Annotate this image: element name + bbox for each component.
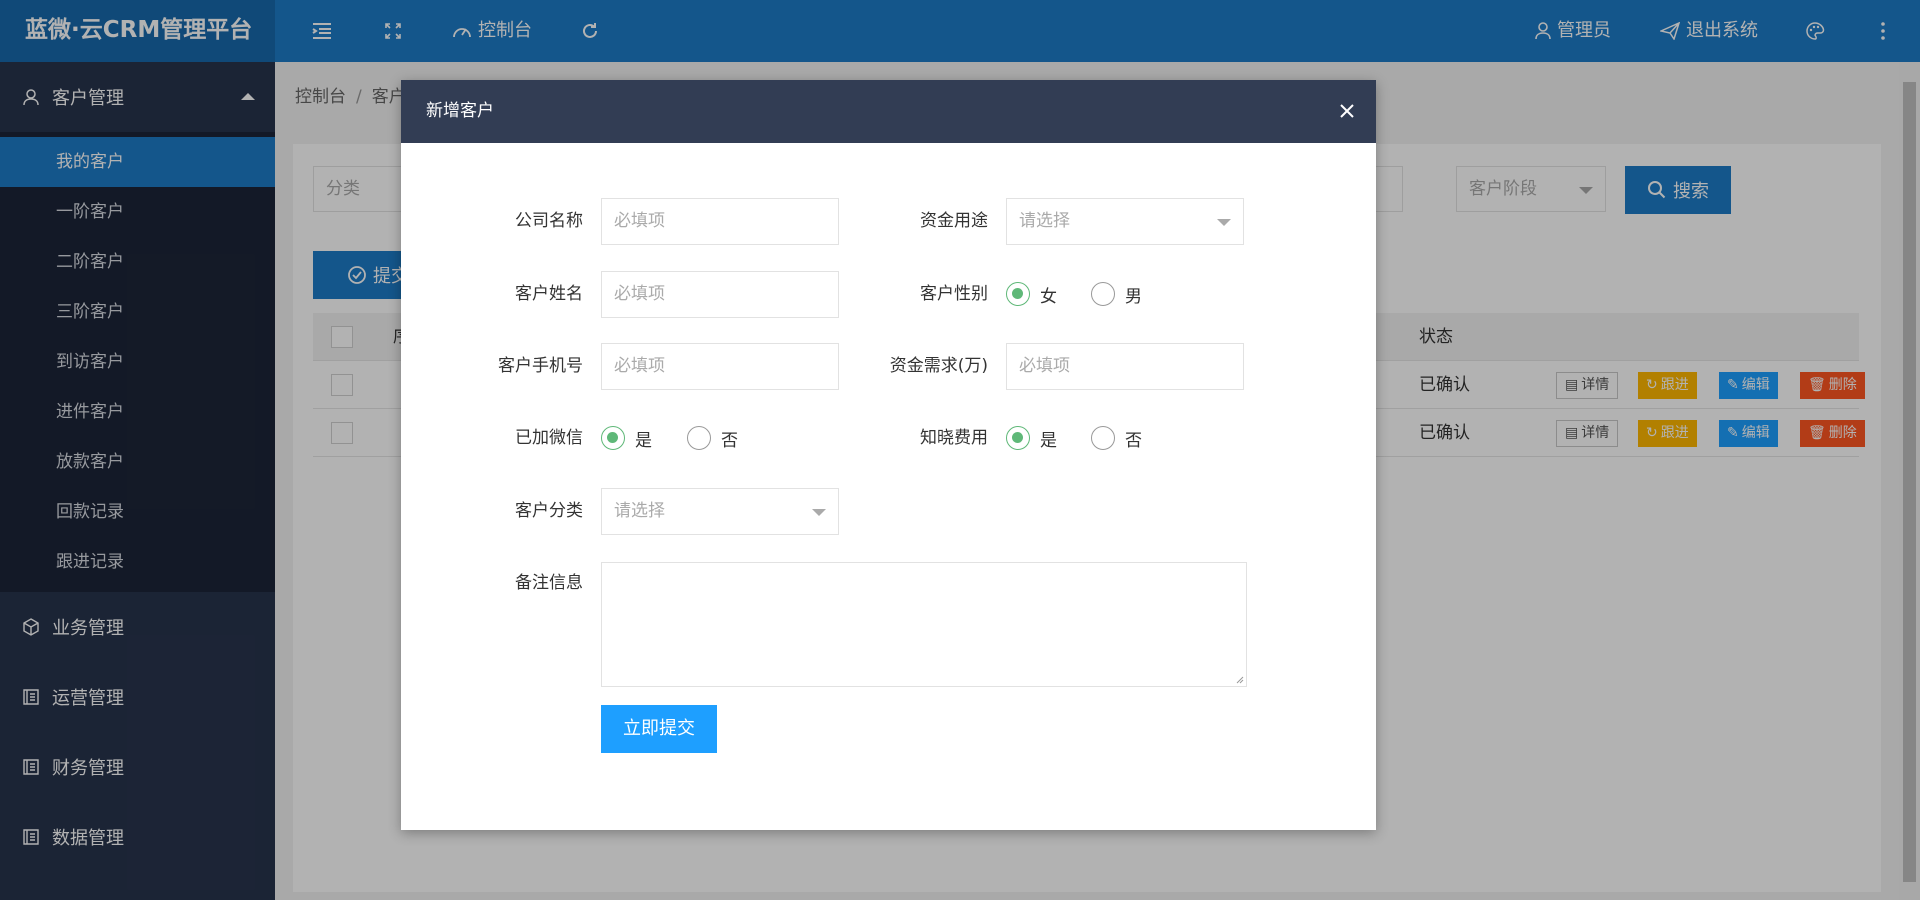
name-input[interactable]: 必填项 [601,271,839,318]
fee-label: 知晓费用 [920,428,988,448]
caret-down-icon [1217,219,1231,226]
note-textarea[interactable] [601,562,1247,687]
phone-placeholder: 必填项 [614,356,665,376]
submit-button[interactable]: 立即提交 [601,705,717,753]
company-label: 公司名称 [515,211,583,231]
add-customer-modal: 新增客户 公司名称 必填项 资金用途 请选择 客户姓名 必填项 客户性别 女 男… [401,80,1376,830]
radio-unchecked-icon [1091,426,1115,450]
name-placeholder: 必填项 [614,284,665,304]
gender-label: 客户性别 [920,284,988,304]
gender-female-label: 女 [1040,286,1057,307]
radio-checked-icon [601,426,625,450]
wechat-no-radio[interactable]: 否 [687,415,738,461]
resize-handle-icon[interactable] [1234,674,1244,684]
gender-female-radio[interactable]: 女 [1006,271,1057,317]
category-placeholder: 请选择 [614,501,665,521]
wechat-yes-label: 是 [635,430,652,451]
modal-title: 新增客户 [426,101,494,121]
fund-use-placeholder: 请选择 [1019,211,1070,231]
modal-header: 新增客户 [401,80,1376,143]
wechat-label: 已加微信 [515,428,583,448]
close-icon[interactable] [1336,100,1358,122]
category-select[interactable]: 请选择 [601,488,839,535]
fee-no-label: 否 [1125,430,1142,451]
fund-need-input[interactable]: 必填项 [1006,343,1244,390]
fund-use-select[interactable]: 请选择 [1006,198,1244,245]
radio-unchecked-icon [1091,282,1115,306]
fee-yes-radio[interactable]: 是 [1006,415,1057,461]
radio-checked-icon [1006,426,1030,450]
wechat-no-label: 否 [721,430,738,451]
company-placeholder: 必填项 [614,211,665,231]
fund-need-label: 资金需求(万) [889,356,988,376]
fee-yes-label: 是 [1040,430,1057,451]
gender-male-radio[interactable]: 男 [1091,271,1142,317]
radio-unchecked-icon [687,426,711,450]
radio-checked-icon [1006,282,1030,306]
fund-need-placeholder: 必填项 [1019,356,1070,376]
phone-label: 客户手机号 [498,356,583,376]
company-input[interactable]: 必填项 [601,198,839,245]
fee-no-radio[interactable]: 否 [1091,415,1142,461]
wechat-yes-radio[interactable]: 是 [601,415,652,461]
caret-down-icon [812,509,826,516]
phone-input[interactable]: 必填项 [601,343,839,390]
fund-use-label: 资金用途 [920,211,988,231]
note-label: 备注信息 [515,573,583,593]
name-label: 客户姓名 [515,284,583,304]
category-label: 客户分类 [515,501,583,521]
gender-male-label: 男 [1125,286,1142,307]
